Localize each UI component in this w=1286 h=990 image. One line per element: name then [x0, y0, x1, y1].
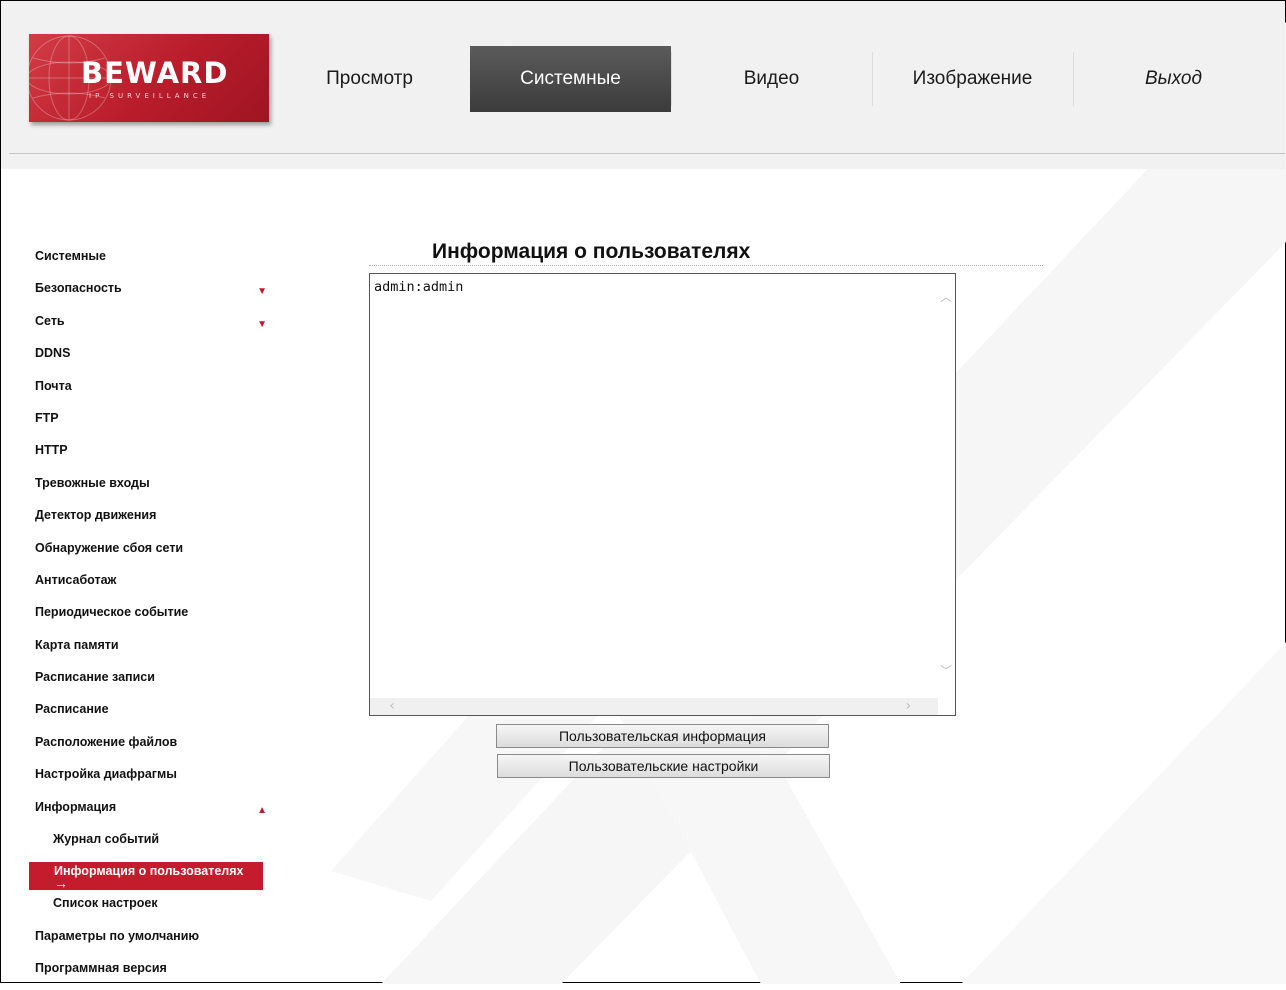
page-title: Информация о пользователях — [432, 240, 751, 263]
sidebar-item-mail[interactable]: Почта — [35, 375, 275, 407]
sidebar-item-label: Периодическое событие — [35, 605, 189, 620]
collapse-arrow-icon: ▲ — [257, 804, 267, 816]
sidebar-item-defaults[interactable]: Параметры по умолчанию — [35, 925, 275, 957]
tab-view[interactable]: Просмотр — [269, 46, 470, 112]
logo-brand: BEWARD — [81, 56, 229, 90]
vertical-scrollbar[interactable]: ︿ ﹀ — [938, 274, 955, 698]
expand-arrow-icon: ▼ — [257, 318, 267, 330]
sidebar-item-label: Тревожные входы — [35, 475, 150, 490]
horizontal-scrollbar[interactable]: ‹ › — [370, 698, 938, 715]
sidebar-item-label: Расписание — [35, 702, 109, 717]
sidebar-item-label: DDNS — [35, 346, 71, 361]
sidebar-item-iris-settings[interactable]: Настройка диафрагмы — [35, 763, 275, 795]
sidebar-item-motion-detector[interactable]: Детектор движения — [35, 504, 275, 536]
sidebar-item-label: Обнаружение сбоя сети — [35, 540, 184, 555]
user-settings-button[interactable]: Пользовательские настройки — [497, 754, 830, 778]
scroll-right-icon[interactable]: › — [904, 698, 912, 714]
beward-logo[interactable]: BEWARD IP SURVEILLANCE — [29, 34, 269, 122]
scroll-left-icon[interactable]: ‹ — [388, 698, 396, 714]
sidebar-item-label: HTTP — [35, 443, 68, 458]
sidebar-item-label: Настройка диафрагмы — [35, 767, 177, 782]
title-underline — [369, 265, 1043, 266]
sidebar-item-settings-list[interactable]: Список настроек — [35, 892, 275, 924]
sidebar-item-alarm-inputs[interactable]: Тревожные входы — [35, 472, 275, 504]
header-divider — [9, 153, 1285, 154]
sidebar-item-label: Безопасность — [35, 281, 122, 296]
user-info-textarea[interactable]: admin:admin ︿ ﹀ ‹ › — [369, 273, 956, 716]
scroll-up-icon[interactable]: ︿ — [940, 288, 952, 305]
user-info-button[interactable]: Пользовательская информация — [496, 724, 829, 748]
sidebar-item-label: Детектор движения — [35, 508, 157, 523]
sidebar-item-http[interactable]: HTTP — [35, 439, 275, 471]
sidebar-item-file-location[interactable]: Расположение файлов — [35, 731, 275, 763]
sidebar-menu: Системные Безопасность ▼ Сеть ▼ DDNS Почта… — [29, 245, 275, 990]
sidebar-item-system[interactable]: Системные — [35, 245, 275, 277]
sidebar-item-tamper[interactable]: Антисаботаж — [35, 569, 275, 601]
sidebar-item-label: Расписание записи — [35, 670, 155, 685]
sidebar-item-schedule[interactable]: Расписание — [35, 698, 275, 730]
sidebar-item-memory-card[interactable]: Карта памяти — [35, 634, 275, 666]
sidebar-item-label: Расположение файлов — [35, 734, 178, 749]
main-nav: Просмотр Системные Видео Изображение Вых… — [269, 46, 1275, 112]
sidebar-item-firmware-version[interactable]: Программная версия — [35, 957, 275, 989]
sidebar-item-record-schedule[interactable]: Расписание записи — [35, 666, 275, 698]
sidebar-item-label: Информация — [35, 799, 117, 814]
sidebar-item-label: Список настроек — [53, 896, 158, 911]
scroll-down-icon[interactable]: ﹀ — [940, 662, 952, 679]
tab-system[interactable]: Системные — [470, 46, 671, 112]
sidebar-item-label: Параметры по умолчанию — [35, 928, 200, 943]
tab-video[interactable]: Видео — [671, 46, 872, 112]
sidebar-item-event-log[interactable]: Журнал событий — [35, 828, 275, 860]
sidebar-item-label: Карта памяти — [35, 637, 119, 652]
arrow-right-icon: → — [54, 875, 68, 892]
sidebar-item-label: Антисаботаж — [35, 572, 117, 587]
sidebar-item-network-failure[interactable]: Обнаружение сбоя сети — [35, 537, 275, 569]
logo-subtitle: IP SURVEILLANCE — [89, 92, 211, 100]
sidebar-item-label: Журнал событий — [53, 832, 160, 847]
sidebar-item-information[interactable]: Информация ▲ — [35, 796, 275, 828]
sidebar-item-label: FTP — [35, 410, 59, 425]
sidebar-item-ftp[interactable]: FTP — [35, 407, 275, 439]
sidebar-item-label: Информация о пользователях — [54, 864, 244, 879]
sidebar-item-ddns[interactable]: DDNS — [35, 342, 275, 374]
tab-logout[interactable]: Выход — [1073, 46, 1274, 112]
sidebar-item-label: Программная версия — [35, 961, 167, 976]
header-bar: BEWARD IP SURVEILLANCE Просмотр Системны… — [1, 1, 1285, 169]
textarea-content: admin:admin — [374, 279, 464, 295]
sidebar-item-label: Системные — [35, 249, 106, 263]
sidebar-item-label: Почта — [35, 378, 72, 393]
sidebar-item-user-info[interactable]: Информация о пользователях → — [29, 862, 263, 892]
sidebar-item-network[interactable]: Сеть ▼ — [35, 310, 275, 342]
sidebar-item-security[interactable]: Безопасность ▼ — [35, 277, 275, 309]
sidebar-item-label: Сеть — [35, 313, 65, 328]
sidebar-item-periodic-event[interactable]: Периодическое событие — [35, 601, 275, 633]
expand-arrow-icon: ▼ — [257, 286, 267, 298]
tab-image[interactable]: Изображение — [872, 46, 1073, 112]
